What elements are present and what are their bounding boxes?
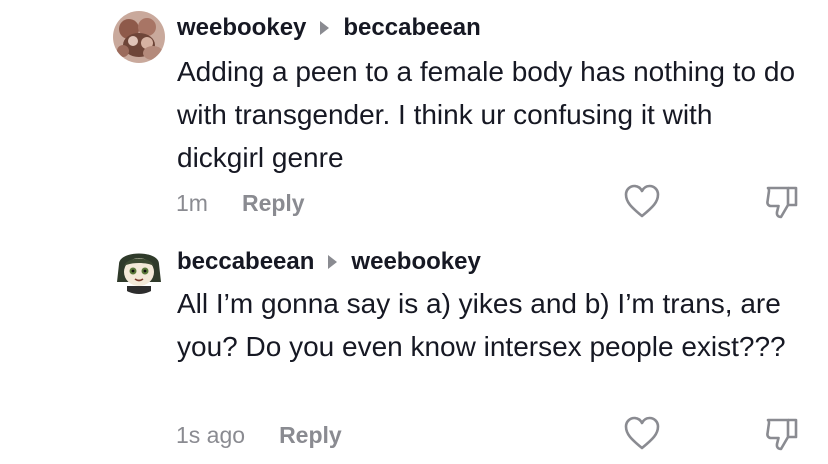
reply-arrow-icon [320,21,330,35]
avatar-cartoon-icon [113,242,165,294]
reply-button[interactable]: Reply [279,422,342,449]
heart-outline-icon[interactable] [623,183,661,224]
comment-text: All I’m gonna say is a) yikes and b) I’m… [177,288,786,362]
comment-text: Adding a peen to a female body has nothi… [177,56,796,173]
timestamp: 1s ago [176,422,246,448]
comment-header: weebookey beccabeean [177,14,481,42]
timestamp: 1m [176,190,208,216]
comment-item: weebookey beccabeean Adding a peen to a … [0,0,828,232]
avatar[interactable] [113,11,165,63]
username[interactable]: weebookey [177,14,306,42]
username[interactable]: beccabeean [177,248,314,276]
avatar[interactable] [113,242,165,294]
comment-meta: 1m Reply [176,190,305,217]
comment-item: beccabeean weebookey All I’m gonna say i… [0,232,828,464]
thumbs-down-outline-icon[interactable] [764,415,800,458]
reply-arrow-icon [328,255,338,269]
reply-to-username[interactable]: beccabeean [343,14,480,42]
reply-to-username[interactable]: weebookey [351,248,480,276]
heart-outline-icon[interactable] [623,415,661,456]
comment-header: beccabeean weebookey [177,248,481,276]
avatar-photo-icon [113,11,165,63]
thumbs-down-outline-icon[interactable] [764,183,800,226]
comment-meta: 1s ago Reply [176,422,342,449]
reply-button[interactable]: Reply [242,190,305,217]
